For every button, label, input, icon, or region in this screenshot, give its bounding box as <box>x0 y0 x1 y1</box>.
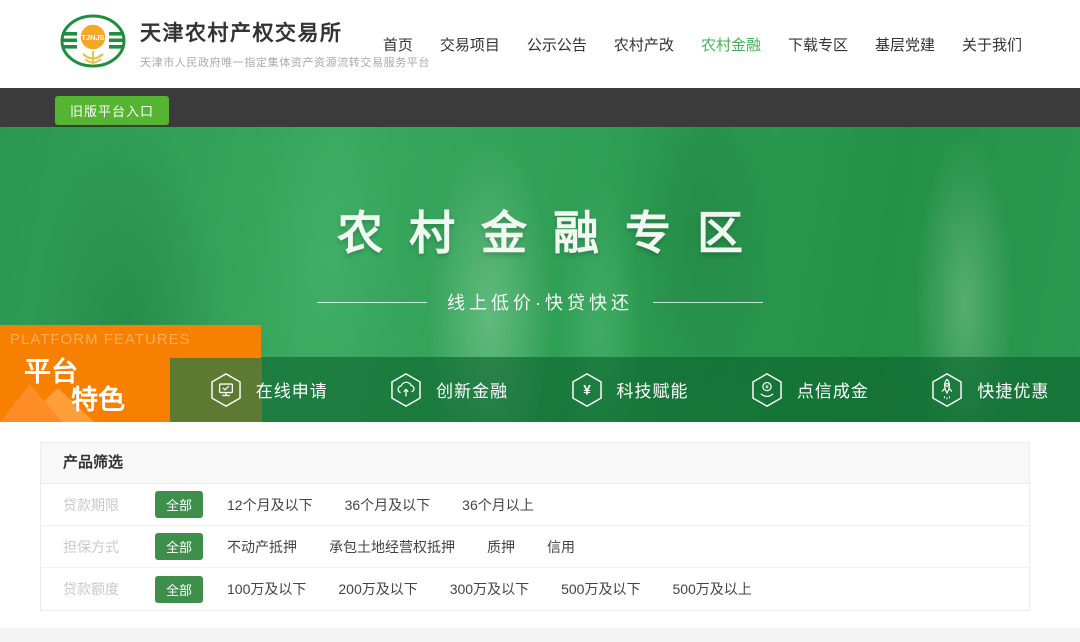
filter-row-loan-term: 贷款期限 全部 12个月及以下 36个月及以下 36个月以上 <box>41 484 1029 526</box>
old-platform-entry-button[interactable]: 旧版平台入口 <box>55 96 169 125</box>
tab-label: 科技赋能 <box>617 377 689 402</box>
filter-all-button[interactable]: 全部 <box>155 533 203 560</box>
filter-option[interactable]: 质押 <box>487 537 515 557</box>
hero-banner: 农村金融专区 线上低价·快贷快还 在线申请 <box>0 127 1080 422</box>
product-filter-card: 产品筛选 贷款期限 全部 12个月及以下 36个月及以下 36个月以上 担保方式… <box>40 442 1030 611</box>
tab-label: 创新金融 <box>436 377 508 402</box>
nav-item-rural-reform[interactable]: 农村产改 <box>614 34 674 55</box>
filter-option[interactable]: 500万及以上 <box>672 579 751 599</box>
main-content: 产品筛选 贷款期限 全部 12个月及以下 36个月及以下 36个月以上 担保方式… <box>0 442 1080 611</box>
svg-text:TJNJS: TJNJS <box>81 33 104 42</box>
tab-label: 在线申请 <box>256 377 328 402</box>
subtitle-rule-right <box>653 302 763 303</box>
yuan-tech-icon: ¥ <box>570 371 604 409</box>
filter-option[interactable]: 500万及以下 <box>561 579 640 599</box>
filter-option[interactable]: 36个月以上 <box>462 495 534 515</box>
tab-quick-discount[interactable]: 快捷优惠 <box>900 357 1080 422</box>
features-label-en: PLATFORM FEATURES <box>10 331 191 348</box>
filter-all-button[interactable]: 全部 <box>155 491 203 518</box>
svg-text:¥: ¥ <box>583 382 591 397</box>
nav-item-announcements[interactable]: 公示公告 <box>527 34 587 55</box>
hand-coin-icon: ¥ <box>750 371 784 409</box>
footer-strip <box>0 628 1080 642</box>
tab-label: 点信成金 <box>797 377 869 402</box>
filter-option[interactable]: 36个月及以下 <box>345 495 431 515</box>
banner-title: 农村金融专区 <box>0 197 1080 263</box>
filter-label: 贷款额度 <box>63 579 139 599</box>
tab-innovative-finance[interactable]: 创新金融 <box>358 357 538 422</box>
filter-option[interactable]: 300万及以下 <box>450 579 529 599</box>
site-header: TJNJS 天津农村产权交易所 天津市人民政府唯一指定集体资产资源流转交易服务平… <box>0 0 1080 88</box>
nav-item-downloads[interactable]: 下载专区 <box>788 34 848 55</box>
filter-option[interactable]: 100万及以下 <box>227 579 306 599</box>
logo-icon: TJNJS <box>58 13 128 73</box>
filter-label: 担保方式 <box>63 537 139 557</box>
features-label-cn-1: 平台 <box>24 350 78 389</box>
platform-features-label: PLATFORM FEATURES 平台 特色 <box>0 325 261 422</box>
filter-row-loan-amount: 贷款额度 全部 100万及以下 200万及以下 300万及以下 500万及以下 … <box>41 568 1029 610</box>
subtitle-rule-left <box>317 302 427 303</box>
filter-option[interactable]: 承包土地经营权抵押 <box>329 537 455 557</box>
features-label-cn-2: 特色 <box>71 378 125 417</box>
filter-option[interactable]: 12个月及以下 <box>227 495 313 515</box>
nav-item-rural-finance[interactable]: 农村金融 <box>701 34 761 55</box>
rocket-icon <box>930 371 964 409</box>
filter-option[interactable]: 信用 <box>547 537 575 557</box>
filter-row-guarantee-type: 担保方式 全部 不动产抵押 承包土地经营权抵押 质押 信用 <box>41 526 1029 568</box>
nav-item-home[interactable]: 首页 <box>383 34 413 55</box>
filter-all-button[interactable]: 全部 <box>155 576 203 603</box>
main-nav: 首页 交易项目 公示公告 农村产改 农村金融 下载专区 基层党建 关于我们 <box>383 0 1022 88</box>
filter-option[interactable]: 不动产抵押 <box>227 537 297 557</box>
page: TJNJS 天津农村产权交易所 天津市人民政府唯一指定集体资产资源流转交易服务平… <box>0 0 1080 642</box>
feature-tabs: 在线申请 创新金融 ¥ 科技赋能 <box>178 357 1080 422</box>
tab-credit-to-gold[interactable]: ¥ 点信成金 <box>719 357 899 422</box>
nav-item-projects[interactable]: 交易项目 <box>440 34 500 55</box>
logo-link[interactable]: TJNJS 天津农村产权交易所 天津市人民政府唯一指定集体资产资源流转交易服务平… <box>58 13 430 73</box>
filter-option[interactable]: 200万及以下 <box>338 579 417 599</box>
tab-tech-empowerment[interactable]: ¥ 科技赋能 <box>539 357 719 422</box>
filter-card-title: 产品筛选 <box>41 443 1029 484</box>
nav-item-party-building[interactable]: 基层党建 <box>875 34 935 55</box>
filter-label: 贷款期限 <box>63 495 139 515</box>
banner-subtitle: 线上低价·快贷快还 <box>447 289 633 315</box>
cloud-finance-icon <box>389 371 423 409</box>
tab-label: 快捷优惠 <box>977 377 1049 402</box>
nav-item-about-us[interactable]: 关于我们 <box>962 34 1022 55</box>
sub-header-bar: 旧版平台入口 <box>0 88 1080 127</box>
banner-subtitle-row: 线上低价·快贷快还 <box>0 289 1080 315</box>
